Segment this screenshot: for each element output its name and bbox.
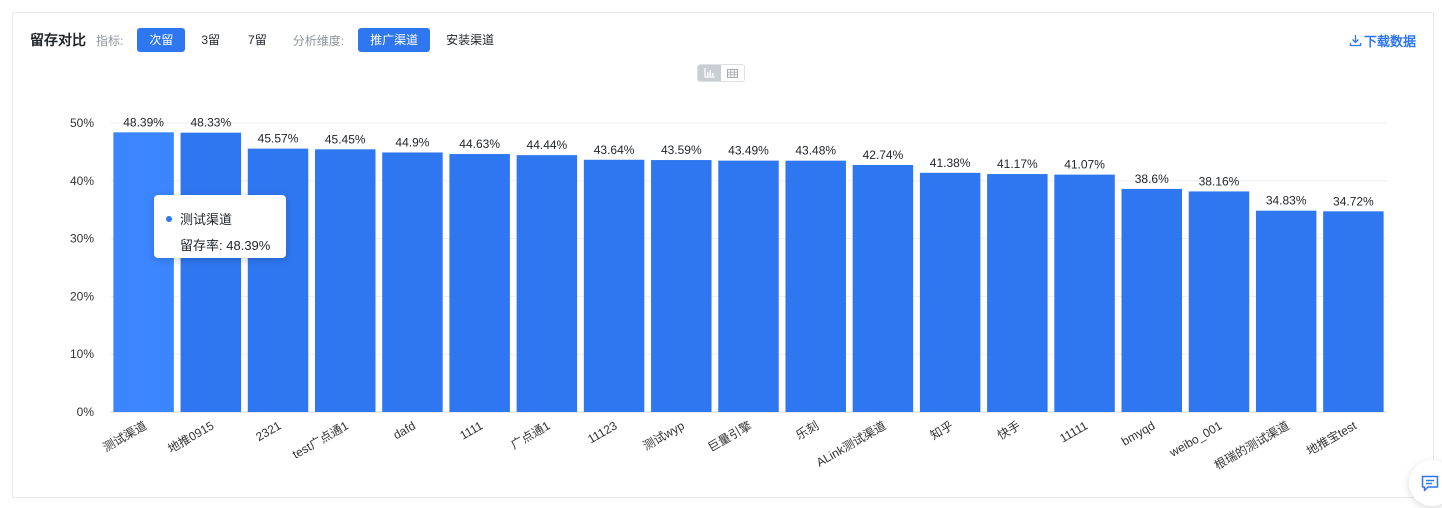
x-tick-label: 11123 — [585, 418, 620, 446]
x-tick-label: ALink测试渠道 — [813, 418, 888, 470]
tooltip-series: 测试渠道 — [180, 212, 233, 227]
data-label: 44.9% — [395, 135, 429, 149]
x-tick-label: 测试渠道 — [100, 418, 149, 455]
y-tick-label: 40% — [70, 174, 94, 188]
x-tick-label: 乐刻 — [793, 418, 821, 442]
y-tick-label: 50% — [70, 116, 94, 130]
bar — [1188, 191, 1250, 412]
series-dot — [166, 215, 172, 222]
data-label: 38.16% — [1199, 174, 1240, 188]
x-tick-label: 巨量引擎 — [705, 418, 754, 455]
bar — [449, 154, 510, 412]
chart-tooltip: 测试渠道 留存率: 48.39% — [154, 195, 286, 258]
x-tick-label: bmyqd — [1119, 418, 1157, 448]
x-tick-label: 广点通1 — [508, 418, 552, 452]
x-tick-label: 测试wyp — [640, 417, 687, 453]
x-tick-label: 快手 — [995, 418, 1023, 442]
x-tick-label: 地推宝test — [1304, 418, 1360, 458]
data-label: 45.57% — [258, 132, 299, 146]
data-label: 34.83% — [1266, 194, 1307, 208]
y-tick-label: 10% — [70, 347, 94, 361]
bar — [583, 159, 645, 412]
data-label: 45.45% — [325, 132, 366, 146]
y-tick-label: 30% — [70, 232, 94, 246]
data-label: 41.07% — [1064, 158, 1105, 172]
data-label: 34.72% — [1333, 194, 1374, 208]
data-label: 41.38% — [930, 156, 971, 170]
x-tick-label: 根瑞的测试渠道 — [1211, 418, 1291, 473]
data-label: 43.49% — [728, 144, 769, 158]
data-label: 43.48% — [795, 144, 836, 158]
data-label: 41.17% — [997, 157, 1038, 171]
x-tick-label: 2321 — [253, 418, 283, 444]
bar — [314, 149, 376, 412]
x-tick-label: test广点通1 — [290, 418, 351, 461]
tooltip-metric: 留存率 — [180, 238, 220, 253]
bar — [1323, 211, 1384, 412]
data-label: 48.33% — [190, 116, 231, 130]
data-label: 48.39% — [123, 115, 164, 129]
bar — [516, 155, 578, 413]
y-tick-label: 0% — [77, 405, 95, 419]
tooltip-value: 48.39% — [226, 238, 271, 253]
x-tick-label: weibo_001 — [1166, 418, 1224, 460]
x-tick-label: 知乎 — [928, 418, 956, 442]
bar — [852, 164, 914, 412]
data-label: 42.74% — [863, 148, 904, 162]
bar — [651, 160, 712, 412]
x-tick-label: 11111 — [1057, 418, 1090, 445]
data-label: 44.44% — [527, 138, 568, 152]
bar — [987, 174, 1048, 412]
data-label: 43.64% — [594, 143, 635, 157]
bar — [1121, 188, 1183, 412]
data-label: 43.59% — [661, 143, 702, 157]
bar — [919, 172, 981, 412]
x-tick-label: dafd — [391, 418, 418, 442]
bar — [1054, 174, 1115, 412]
y-tick-label: 20% — [70, 289, 94, 303]
bar — [180, 132, 242, 413]
x-tick-label: 地推0915 — [165, 418, 216, 456]
bar — [785, 160, 846, 412]
bar — [247, 148, 309, 412]
bar — [1255, 210, 1317, 412]
data-label: 44.63% — [459, 137, 500, 151]
bar — [382, 152, 443, 412]
x-tick-label: 1111 — [457, 418, 485, 442]
bar — [718, 160, 779, 412]
message-icon — [1421, 475, 1439, 491]
data-label: 38.6% — [1135, 172, 1169, 186]
bar — [113, 132, 174, 413]
